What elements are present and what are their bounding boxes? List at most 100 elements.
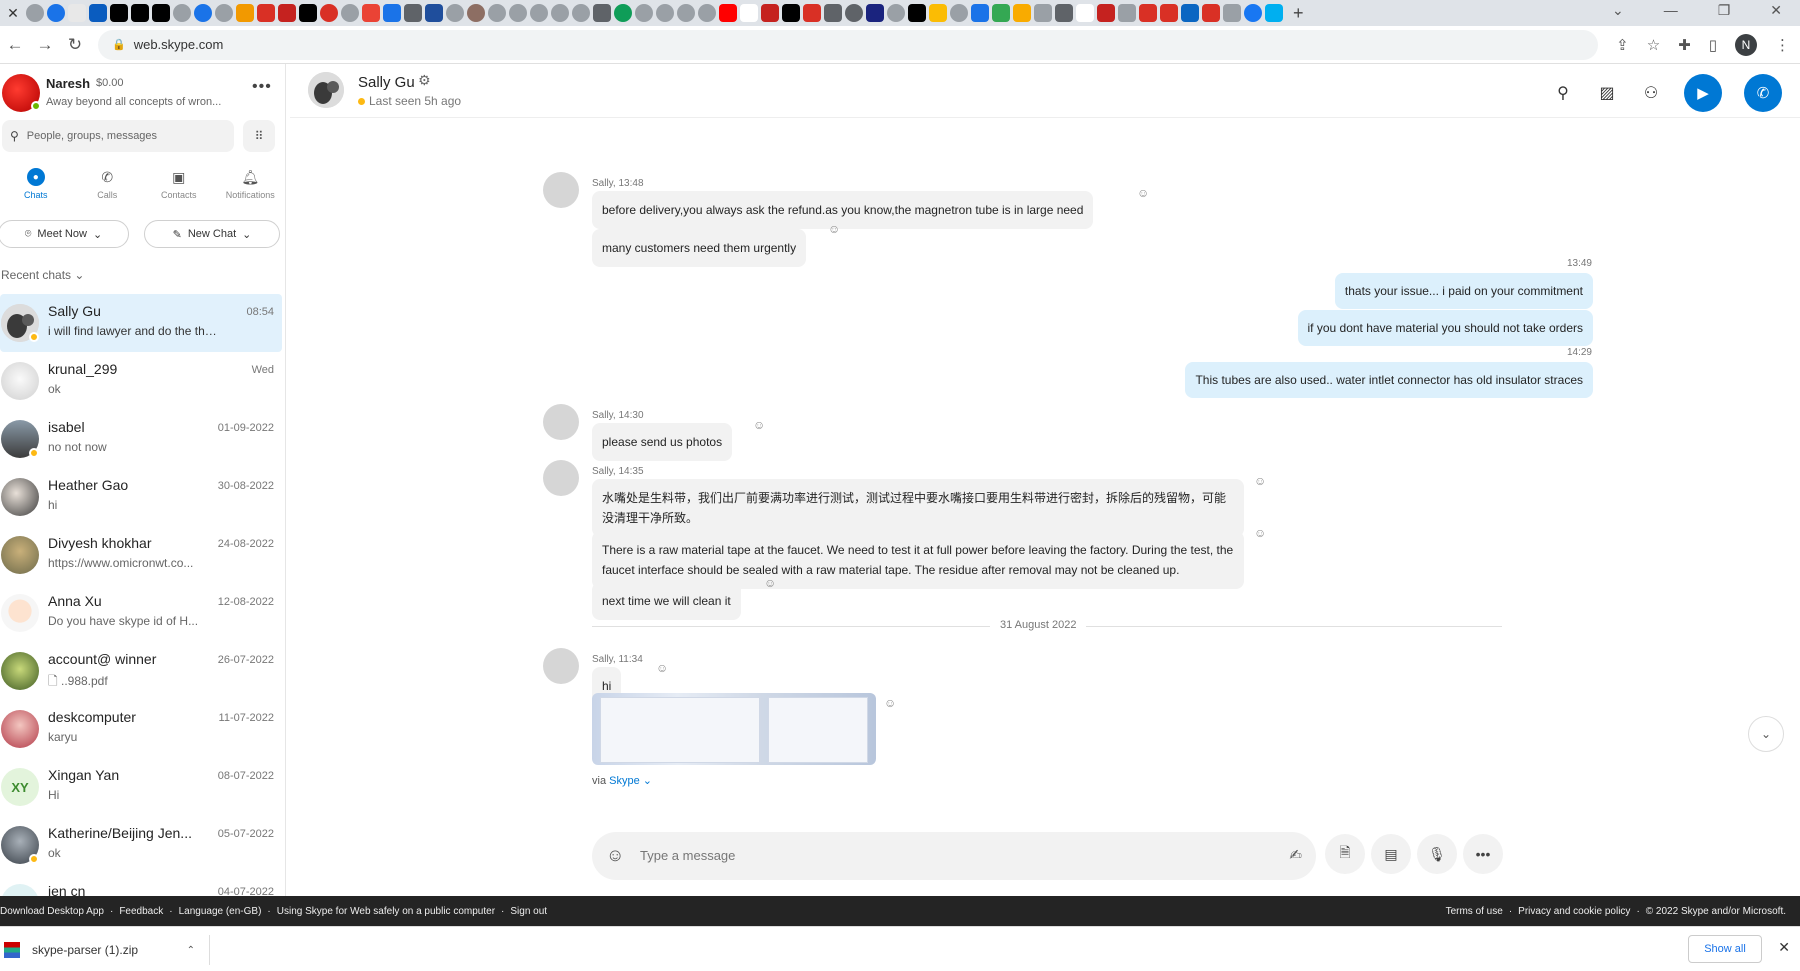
tab-favicon[interactable] xyxy=(845,4,863,22)
tab-favicon[interactable] xyxy=(236,4,254,22)
browser-menu-icon[interactable]: ⋮ xyxy=(1775,36,1790,54)
contact-card-button[interactable]: ▤ xyxy=(1371,834,1411,874)
tab-favicon[interactable] xyxy=(677,4,695,22)
tab-favicon[interactable] xyxy=(698,4,716,22)
terms-link[interactable]: Terms of use xyxy=(1446,906,1503,917)
facebook-tab-favicon[interactable] xyxy=(1244,4,1262,22)
download-desktop-link[interactable]: Download Desktop App xyxy=(0,906,104,917)
tab-favicon[interactable] xyxy=(1097,4,1115,22)
google-tab-favicon[interactable] xyxy=(1076,4,1094,22)
tab-favicon[interactable] xyxy=(299,4,317,22)
my-profile[interactable]: Naresh $0.00 Away beyond all concepts of… xyxy=(0,68,286,116)
tab-favicon[interactable] xyxy=(866,4,884,22)
chat-item-isabel[interactable]: isabel no not now 01-09-2022 xyxy=(0,410,282,468)
tab-favicon[interactable] xyxy=(1223,4,1241,22)
sign-out-link[interactable]: Sign out xyxy=(510,906,547,917)
skype-tab-favicon[interactable] xyxy=(1265,4,1283,22)
tab-favicon[interactable] xyxy=(992,4,1010,22)
my-avatar[interactable] xyxy=(2,74,41,112)
tab-favicon[interactable] xyxy=(635,4,653,22)
meet-now-button[interactable]: ⌾ Meet Now ⌄ xyxy=(0,220,129,248)
new-tab-button[interactable]: + xyxy=(1293,3,1304,24)
tab-favicon[interactable] xyxy=(887,4,905,22)
tab-favicon[interactable] xyxy=(1013,4,1031,22)
incoming-message[interactable]: please send us photos xyxy=(592,423,733,461)
tab-favicon[interactable] xyxy=(131,4,149,22)
video-call-button[interactable]: ▶ xyxy=(1684,74,1722,112)
chevron-up-icon[interactable]: ⌃ xyxy=(187,945,195,956)
chat-item-account-winner[interactable]: account@ winner 🗋 ..988.pdf 26-07-2022 xyxy=(0,642,282,700)
react-emoji-icon[interactable]: ☺ xyxy=(764,576,776,590)
tab-favicon[interactable] xyxy=(656,4,674,22)
tab-favicon[interactable] xyxy=(425,4,443,22)
tab-favicon[interactable] xyxy=(1034,4,1052,22)
incoming-message[interactable]: 水嘴处是生料带，我们出厂前要满功率进行测试，测试过程中要水嘴接口要用生料带进行密… xyxy=(592,479,1244,537)
chat-item-divyesh[interactable]: Divyesh khokhar https://www.omicronwt.co… xyxy=(0,526,282,584)
contact-name[interactable]: Sally Gu xyxy=(358,74,415,91)
extensions-icon[interactable]: ✚ xyxy=(1678,36,1691,54)
tab-favicon[interactable] xyxy=(383,4,401,22)
url-field[interactable]: 🔒 web.skype.com xyxy=(98,29,1598,60)
tab-favicon[interactable] xyxy=(1139,4,1157,22)
more-options-icon[interactable]: ••• xyxy=(252,78,272,96)
more-options-button[interactable]: ••• xyxy=(1463,834,1503,874)
tab-search-icon[interactable]: ⌄ xyxy=(1612,2,1624,19)
tab-favicon[interactable] xyxy=(110,4,128,22)
download-item[interactable]: skype-parser (1).zip ⌃ xyxy=(4,935,210,965)
format-text-icon[interactable]: ✍ xyxy=(1289,846,1302,864)
tab-favicon[interactable] xyxy=(1055,4,1073,22)
window-close-icon[interactable]: ✕ xyxy=(1770,2,1782,19)
tab-favicon[interactable] xyxy=(572,4,590,22)
tab-favicon[interactable] xyxy=(173,4,191,22)
chat-item-anna-xu[interactable]: Anna Xu Do you have skype id of H... 12-… xyxy=(0,584,282,642)
emoji-icon[interactable]: ☺ xyxy=(606,845,624,866)
side-panel-icon[interactable]: ▯ xyxy=(1709,36,1717,54)
message-input[interactable]: Type a message xyxy=(640,848,735,863)
tab-favicon[interactable] xyxy=(404,4,422,22)
tab-favicon[interactable] xyxy=(152,4,170,22)
incoming-message[interactable]: before delivery,you always ask the refun… xyxy=(592,191,1094,229)
forward-icon[interactable]: → xyxy=(30,35,60,55)
tab-favicon[interactable] xyxy=(509,4,527,22)
new-chat-button[interactable]: ✎ New Chat ⌄ xyxy=(144,220,280,248)
feedback-link[interactable]: Feedback xyxy=(119,906,163,917)
minimize-icon[interactable]: — xyxy=(1664,2,1678,19)
tab-favicon[interactable] xyxy=(824,4,842,22)
via-skype-link[interactable]: Skype xyxy=(609,775,640,787)
tab-favicon[interactable] xyxy=(68,4,86,22)
react-emoji-icon[interactable]: ☺ xyxy=(1254,526,1266,540)
tab-favicon[interactable] xyxy=(929,4,947,22)
voice-message-button[interactable]: 🎙︎ xyxy=(1417,834,1457,874)
tab-favicon[interactable] xyxy=(26,4,44,22)
outgoing-message[interactable]: thats your issue... i paid on your commi… xyxy=(1334,273,1593,309)
chat-item-katherine[interactable]: Katherine/Beijing Jen... ok 05-07-2022 xyxy=(0,816,282,874)
privacy-link[interactable]: Privacy and cookie policy xyxy=(1518,906,1630,917)
react-emoji-icon[interactable]: ☺ xyxy=(828,222,840,236)
tab-favicon[interactable] xyxy=(194,4,212,22)
contact-avatar[interactable] xyxy=(308,72,344,108)
tab-favicon[interactable] xyxy=(530,4,548,22)
tab-chats[interactable]: ● Chats xyxy=(0,168,72,214)
google-tab-favicon[interactable] xyxy=(740,4,758,22)
gallery-icon[interactable]: ▨ xyxy=(1596,82,1618,104)
tab-favicon[interactable] xyxy=(614,4,632,22)
tab-close-icon[interactable]: ✕ xyxy=(2,2,24,24)
tab-favicon[interactable] xyxy=(950,4,968,22)
react-emoji-icon[interactable]: ☺ xyxy=(656,661,668,675)
message-composer[interactable]: ☺ Type a message ✍ xyxy=(592,832,1316,880)
back-icon[interactable]: ← xyxy=(0,35,30,55)
public-computer-link[interactable]: Using Skype for Web safely on a public c… xyxy=(277,906,495,917)
chat-item-heather-gao[interactable]: Heather Gao hi 30-08-2022 xyxy=(0,468,282,526)
tab-favicon[interactable] xyxy=(971,4,989,22)
tab-favicon[interactable] xyxy=(320,4,338,22)
youtube-tab-favicon[interactable] xyxy=(719,4,737,22)
incoming-message[interactable]: many customers need them urgently xyxy=(592,229,807,267)
audio-call-button[interactable]: ✆ xyxy=(1744,74,1782,112)
share-icon[interactable]: ⇪ xyxy=(1616,36,1629,54)
incoming-message[interactable]: There is a raw material tape at the fauc… xyxy=(592,531,1244,589)
react-emoji-icon[interactable]: ☺ xyxy=(1254,474,1266,488)
react-emoji-icon[interactable]: ☺ xyxy=(753,418,765,432)
react-emoji-icon[interactable]: ☺ xyxy=(884,696,896,710)
search-input[interactable]: ⚲ People, groups, messages xyxy=(2,120,234,152)
reload-icon[interactable]: ↻ xyxy=(60,35,90,55)
